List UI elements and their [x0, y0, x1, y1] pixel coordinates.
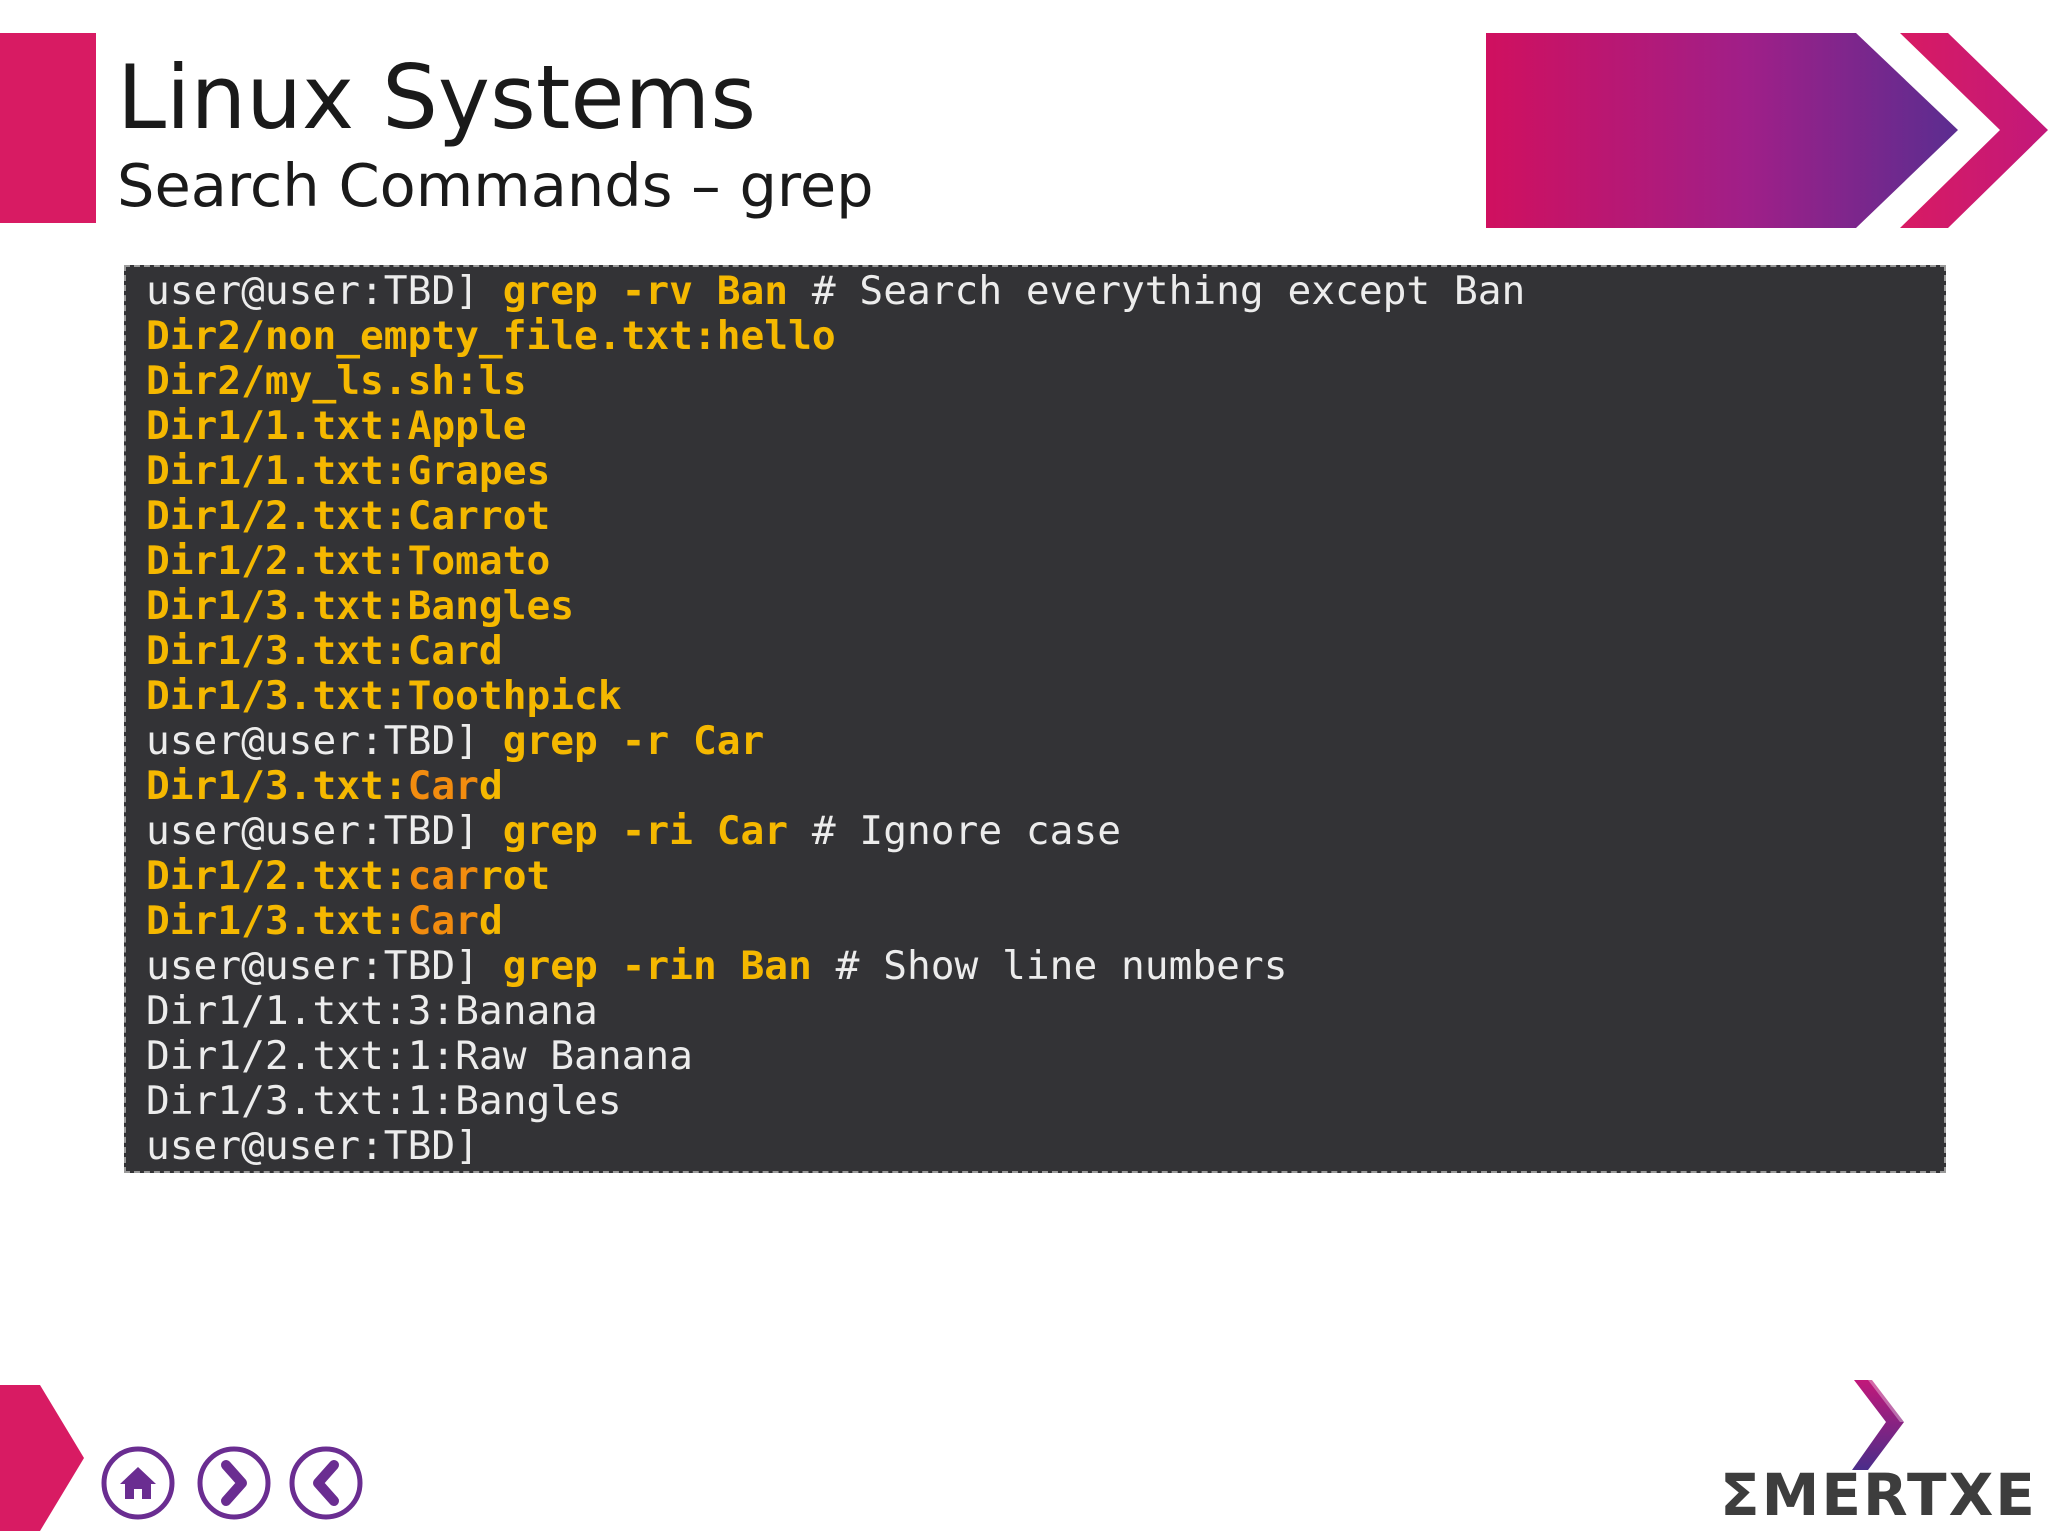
terminal-text-segment: Car — [407, 763, 479, 809]
terminal-text-segment: Dir1/3.txt:1:Bangles — [146, 1078, 622, 1124]
terminal-line: Dir1/3.txt:Card — [146, 629, 1944, 674]
terminal-output: user@user:TBD] grep -rv Ban # Search eve… — [124, 265, 1946, 1173]
terminal-line: user@user:TBD] grep -rv Ban # Search eve… — [146, 269, 1944, 314]
terminal-line: Dir1/1.txt:Grapes — [146, 449, 1944, 494]
terminal-text-segment: # Show line numbers — [811, 943, 1288, 989]
previous-slide-button[interactable] — [288, 1445, 364, 1521]
terminal-line: Dir1/2.txt:carrot — [146, 854, 1944, 899]
terminal-text-segment: user@user:TBD] — [146, 808, 503, 854]
terminal-text-segment: d — [478, 898, 503, 944]
terminal-line: Dir1/3.txt:Card — [146, 899, 1944, 944]
terminal-line: Dir1/1.txt:Apple — [146, 404, 1944, 449]
terminal-text-segment: grep -r Car — [502, 718, 765, 764]
chevron-right-icon — [197, 1446, 271, 1520]
terminal-text-segment: Dir1/3.txt: — [146, 898, 408, 944]
terminal-line: Dir1/3.txt:Bangles — [146, 584, 1944, 629]
terminal-lines: user@user:TBD] grep -rv Ban # Search eve… — [146, 269, 1944, 1169]
chevron-left-icon — [289, 1446, 363, 1520]
terminal-text-segment: Dir1/3.txt:Bangles — [146, 583, 575, 629]
title-accent-bar — [0, 33, 96, 223]
terminal-line: user@user:TBD] grep -ri Car # Ignore cas… — [146, 809, 1944, 854]
terminal-line: user@user:TBD] grep -r Car — [146, 719, 1944, 764]
terminal-text-segment: Dir1/2.txt:Carrot — [146, 493, 551, 539]
terminal-text-segment: # Search everything except Ban — [788, 268, 1526, 314]
next-slide-button[interactable] — [196, 1445, 272, 1521]
terminal-text-segment: user@user:TBD] — [146, 943, 503, 989]
terminal-line: Dir2/non_empty_file.txt:hello — [146, 314, 1944, 359]
terminal-line: Dir1/3.txt:Toothpick — [146, 674, 1944, 719]
terminal-text-segment: rot — [478, 853, 551, 899]
terminal-line: user@user:TBD] — [146, 1124, 1944, 1169]
terminal-line: user@user:TBD] grep -rin Ban # Show line… — [146, 944, 1944, 989]
home-button[interactable] — [100, 1445, 176, 1521]
terminal-line: Dir1/1.txt:3:Banana — [146, 989, 1944, 1034]
terminal-text-segment: user@user:TBD] — [146, 1123, 479, 1169]
terminal-text-segment: Dir2/my_ls.sh:ls — [146, 358, 527, 404]
terminal-text-segment: Dir1/1.txt:Grapes — [146, 448, 551, 494]
terminal-line: Dir2/my_ls.sh:ls — [146, 359, 1944, 404]
header-banner-graphic — [1486, 33, 2048, 228]
terminal-text-segment: Dir1/1.txt:Apple — [146, 403, 527, 449]
terminal-text-segment: grep -rv Ban — [502, 268, 789, 314]
terminal-text-segment: Dir1/1.txt:3:Banana — [146, 988, 598, 1034]
terminal-line: Dir1/2.txt:1:Raw Banana — [146, 1034, 1944, 1079]
terminal-text-segment: Dir2/non_empty_file.txt:hello — [146, 313, 836, 359]
terminal-text-segment: Dir1/2.txt:1:Raw Banana — [146, 1033, 693, 1079]
terminal-line: Dir1/2.txt:Carrot — [146, 494, 1944, 539]
terminal-text-segment: user@user:TBD] — [146, 718, 503, 764]
terminal-text-segment: Dir1/3.txt:Toothpick — [146, 673, 622, 719]
corner-arrow-graphic — [0, 1385, 84, 1531]
terminal-text-segment: Dir1/3.txt:Card — [146, 628, 503, 674]
terminal-text-segment: user@user:TBD] — [146, 268, 503, 314]
terminal-text-segment: Car — [407, 898, 479, 944]
terminal-line: Dir1/2.txt:Tomato — [146, 539, 1944, 584]
home-icon — [101, 1446, 175, 1520]
terminal-text-segment: car — [407, 853, 479, 899]
terminal-text-segment: Dir1/2.txt: — [146, 853, 408, 899]
terminal-line: Dir1/3.txt:1:Bangles — [146, 1079, 1944, 1124]
terminal-text-segment: # Ignore case — [788, 808, 1122, 854]
terminal-text-segment: grep -ri Car — [502, 808, 789, 854]
terminal-text-segment: Dir1/3.txt: — [146, 763, 408, 809]
terminal-text-segment: grep -rin Ban — [502, 943, 812, 989]
logo-text: ΣMERTXE — [1720, 1461, 2037, 1529]
emertxe-logo: ΣMERTXE — [1720, 1380, 2037, 1530]
terminal-text-segment: Dir1/2.txt:Tomato — [146, 538, 551, 584]
slide-subtitle: Search Commands – grep — [117, 151, 874, 220]
slide-title: Linux Systems — [117, 46, 757, 149]
logo-chevron-mark — [1852, 1380, 1906, 1470]
terminal-line: Dir1/3.txt:Card — [146, 764, 1944, 809]
terminal-text-segment: d — [478, 763, 503, 809]
